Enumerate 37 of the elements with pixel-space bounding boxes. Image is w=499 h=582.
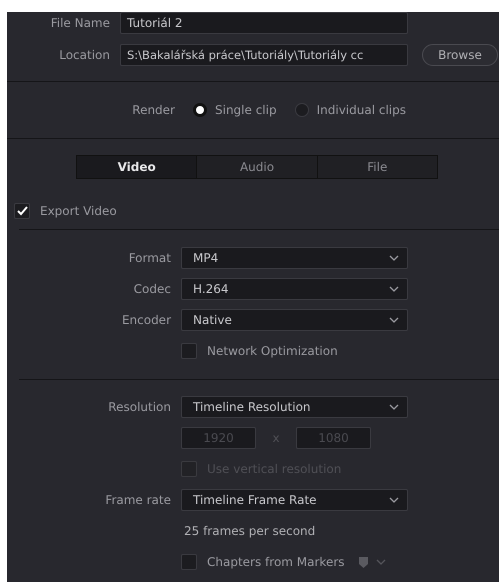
radio-button[interactable] <box>294 103 309 118</box>
field-label: Location <box>58 48 111 62</box>
dropdown[interactable]: Native <box>181 309 408 331</box>
file-name-field[interactable]: Tutoriál 2 <box>120 12 408 34</box>
radio-label: Individual clips <box>316 103 406 118</box>
location-field[interactable]: S:\Bakalářská práce\Tutoriály\Tutoriály cc <box>120 44 408 66</box>
checkbox[interactable] <box>181 343 197 359</box>
field-label: File Name <box>50 16 111 30</box>
checkbox[interactable] <box>181 554 197 570</box>
caret-icon <box>389 497 399 503</box>
browse-button[interactable]: Browse <box>422 44 498 66</box>
checkbox-label: Chapters from Markers <box>207 555 345 569</box>
marker-icon[interactable] <box>358 556 368 568</box>
tab[interactable]: Video <box>77 156 198 178</box>
field-label: Codec <box>132 282 172 296</box>
frame-rate-note: 25 frames per second <box>184 524 316 538</box>
dropdown[interactable]: Timeline Resolution <box>181 396 408 418</box>
radio-button[interactable] <box>193 103 207 118</box>
checkbox-label: Network Optimization <box>207 344 338 358</box>
caret-icon <box>389 255 399 261</box>
field-label: Encoder <box>120 313 172 327</box>
dropdown[interactable]: H.264 <box>181 278 408 300</box>
render-label: Render <box>131 103 175 118</box>
field-label: Format <box>128 251 172 265</box>
tab[interactable]: Audio <box>197 156 318 178</box>
dropdown[interactable]: MP4 <box>181 247 408 269</box>
field-label: Resolution <box>107 400 172 414</box>
checkbox-label: Export Video <box>40 204 117 218</box>
field-label: Frame rate <box>104 493 172 507</box>
tab[interactable]: File <box>318 156 437 178</box>
checkbox[interactable] <box>14 202 30 219</box>
radio-label: Single clip <box>215 103 277 118</box>
caret-icon[interactable] <box>376 559 386 565</box>
dropdown[interactable]: Timeline Frame Rate <box>181 489 408 511</box>
caret-icon <box>389 317 399 323</box>
caret-icon <box>389 404 399 410</box>
caret-icon <box>389 286 399 292</box>
